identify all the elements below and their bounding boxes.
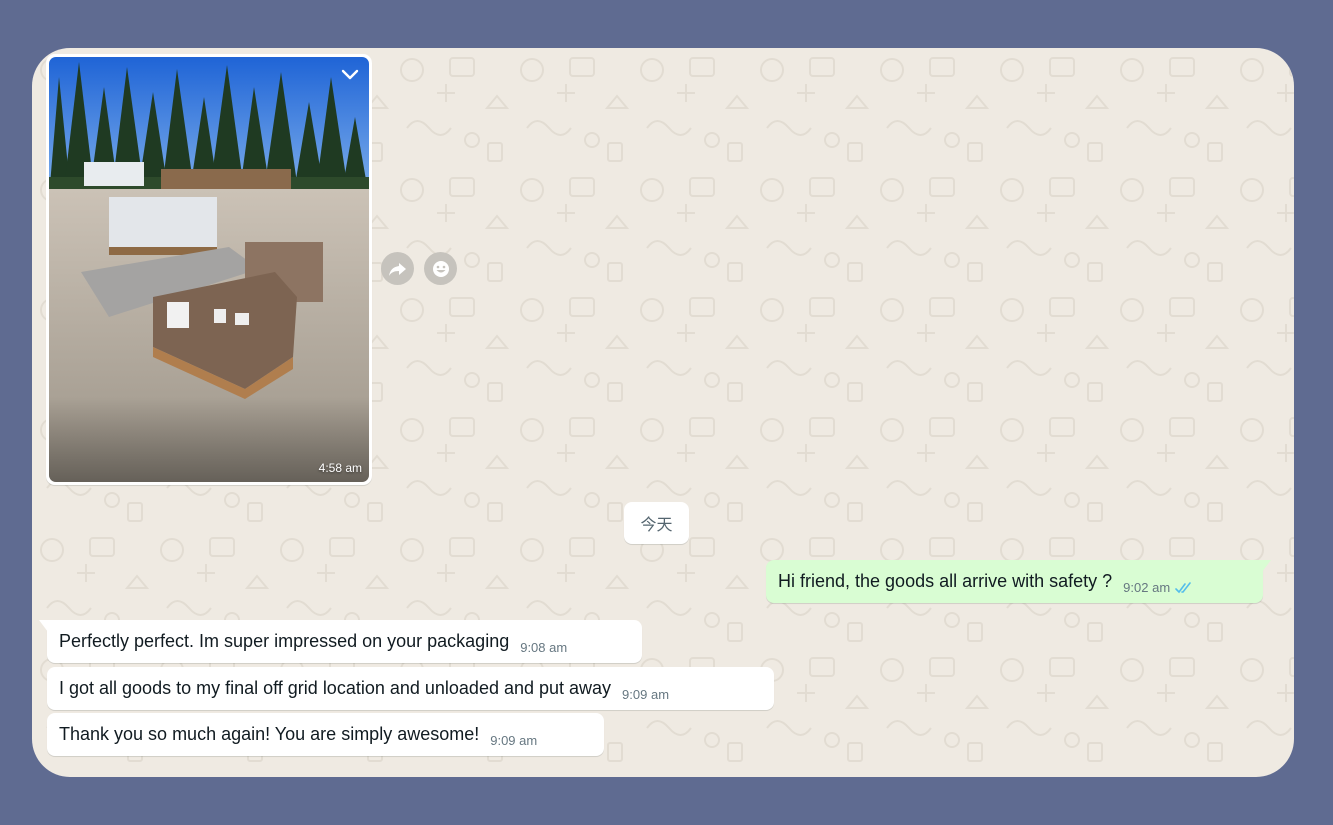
bubble-tail [1262, 560, 1271, 572]
message-text: Hi friend, the goods all arrive with saf… [778, 571, 1113, 591]
double-check-read-icon [1175, 581, 1191, 593]
message-time: 9:02 am [1123, 580, 1171, 595]
message-actions [381, 252, 457, 285]
message-text: I got all goods to my final off grid loc… [59, 678, 612, 698]
message-time: 9:09 am [622, 687, 670, 702]
outgoing-message[interactable]: Hi friend, the goods all arrive with saf… [766, 560, 1271, 603]
image-message[interactable]: 4:58 am [46, 54, 372, 485]
photo-pallets-in-yard [49, 57, 369, 482]
chevron-down-icon[interactable] [339, 65, 361, 83]
bubble-tail [39, 620, 48, 632]
message-text: Thank you so much again! You are simply … [59, 724, 480, 744]
incoming-message[interactable]: I got all goods to my final off grid loc… [47, 667, 774, 710]
message-time: 4:58 am [318, 461, 362, 475]
message-time: 9:09 am [490, 733, 538, 748]
message-text: Perfectly perfect. Im super impressed on… [59, 631, 510, 651]
react-button[interactable] [424, 252, 457, 285]
chat-window: 4:58 am 今天 Hi friend, the goods all arri… [32, 48, 1294, 777]
incoming-message[interactable]: Perfectly perfect. Im super impressed on… [39, 620, 642, 663]
emoji-icon [432, 260, 449, 277]
message-photo[interactable]: 4:58 am [49, 57, 369, 482]
incoming-message[interactable]: Thank you so much again! You are simply … [47, 713, 604, 756]
message-time: 9:08 am [520, 640, 568, 655]
date-divider: 今天 [624, 502, 689, 544]
forward-icon [388, 262, 406, 276]
forward-button[interactable] [381, 252, 414, 285]
